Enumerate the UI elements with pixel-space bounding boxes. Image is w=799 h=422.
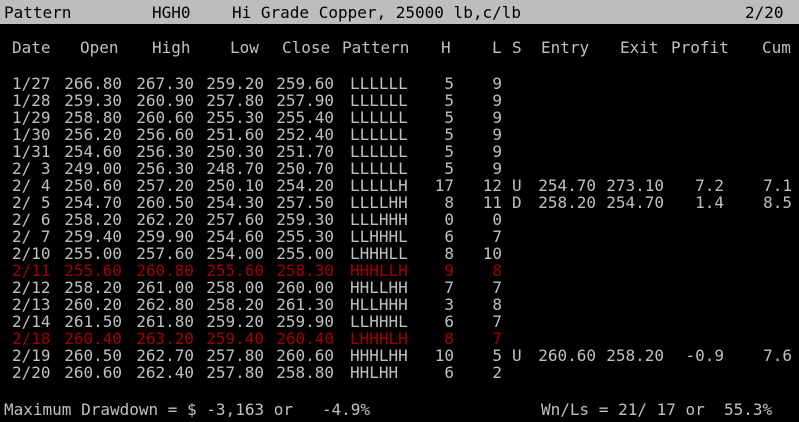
cell-date: 2/20 xyxy=(12,363,51,382)
cell-close: 258.80 xyxy=(276,363,334,382)
cell-l: 2 xyxy=(492,363,502,382)
title-bar: Pattern HGH0 Hi Grade Copper, 25000 lb,c… xyxy=(0,0,799,24)
cell-low: 257.80 xyxy=(206,363,264,382)
table-row: 2/ 3 249.00 256.30 248.70 250.70 LLLLLL 5 9 xyxy=(0,159,799,178)
table-row: 2/20 260.60 262.40 257.80 258.80 HHLHH 6 2 xyxy=(0,363,799,382)
col-exit: Exit xyxy=(620,38,659,57)
table-row: 2/13 260.20 262.80 258.20 261.30 HLLHHH 3 8 xyxy=(0,295,799,314)
col-profit: Profit xyxy=(671,38,729,57)
col-pattern: Pattern xyxy=(342,38,410,57)
max-drawdown: Maximum Drawdown = $ -3,163 or -4.9% xyxy=(4,400,371,419)
table-row: 2/19 260.50 262.70 257.80 260.60 HHHLHH 10 5 U 26… xyxy=(0,346,799,365)
col-cum: Cum xyxy=(762,38,791,57)
col-date: Date xyxy=(12,38,51,57)
cell-pattern: HHLHH xyxy=(350,363,399,382)
col-open: Open xyxy=(80,38,119,57)
cell-h: 6 xyxy=(444,363,454,382)
col-l: L xyxy=(492,38,502,57)
table-row: 2/ 7 259.40 259.90 254.60 255.30 LLHHHL 6 7 xyxy=(0,227,799,246)
table-row: 2/12 258.20 261.00 258.00 260.00 HHLLHH 7 7 xyxy=(0,278,799,297)
table-row: 1/27 266.80 267.30 259.20 259.60 LLLLLL 5 9 xyxy=(0,74,799,93)
col-high: High xyxy=(152,38,191,57)
terminal-screen: Pattern HGH0 Hi Grade Copper, 25000 lb,c… xyxy=(0,0,799,422)
table-row: 2/18 260.40 263.20 259.40 260.40 LHHHLH 8 7 xyxy=(0,329,799,348)
table-row: 2/14 261.50 261.80 259.20 259.90 LLHHHL 6 7 xyxy=(0,312,799,331)
table-row: 2/ 5 254.70 260.50 254.30 257.50 LLLLHH 8 11 D 25… xyxy=(0,193,799,212)
status-line: Maximum Drawdown = $ -3,163 or -4.9% Wn/… xyxy=(0,400,799,420)
table-row: 2/11 255.60 260.80 255.60 258.30 HHHLLH 9 8 xyxy=(0,261,799,280)
contract-description: Hi Grade Copper, 25000 lb,c/lb xyxy=(232,3,521,22)
symbol-code: HGH0 xyxy=(152,3,191,22)
cell-open: 260.60 xyxy=(64,363,122,382)
data-table: 1/27 266.80 267.30 259.20 259.60 LLLLLL 5 9 1/28… xyxy=(0,74,799,382)
col-low: Low xyxy=(230,38,259,57)
table-row: 1/28 259.30 260.90 257.80 257.90 LLLLLL 5 9 xyxy=(0,91,799,110)
screen-title: Pattern xyxy=(4,3,72,22)
table-row: 2/ 6 258.20 262.20 257.60 259.30 LLLHHH 0 0 xyxy=(0,210,799,229)
table-row: 1/29 258.80 260.60 255.30 255.40 LLLLLL 5 9 xyxy=(0,108,799,127)
col-close: Close xyxy=(282,38,331,57)
win-loss-ratio: Wn/Ls = 21/ 17 or 55.3% xyxy=(541,400,773,419)
page-indicator: 2/20 xyxy=(745,3,784,22)
table-row: 1/31 254.60 256.30 250.30 251.70 LLLLLL 5 9 xyxy=(0,142,799,161)
table-row: 2/ 4 250.60 257.20 250.10 254.20 LLLLLH 17 12 U 2… xyxy=(0,176,799,195)
col-s: S xyxy=(512,38,522,57)
table-row: 1/30 256.20 256.60 251.60 252.40 LLLLLL 5 9 xyxy=(0,125,799,144)
col-entry: Entry xyxy=(541,38,590,57)
cell-high: 262.40 xyxy=(136,363,194,382)
column-header-row: Date Open High Low Close Pattern H L S E… xyxy=(0,38,799,58)
col-h: H xyxy=(441,38,451,57)
table-row: 2/10 255.00 257.60 254.00 255.00 LHHHLL 8 10 xyxy=(0,244,799,263)
